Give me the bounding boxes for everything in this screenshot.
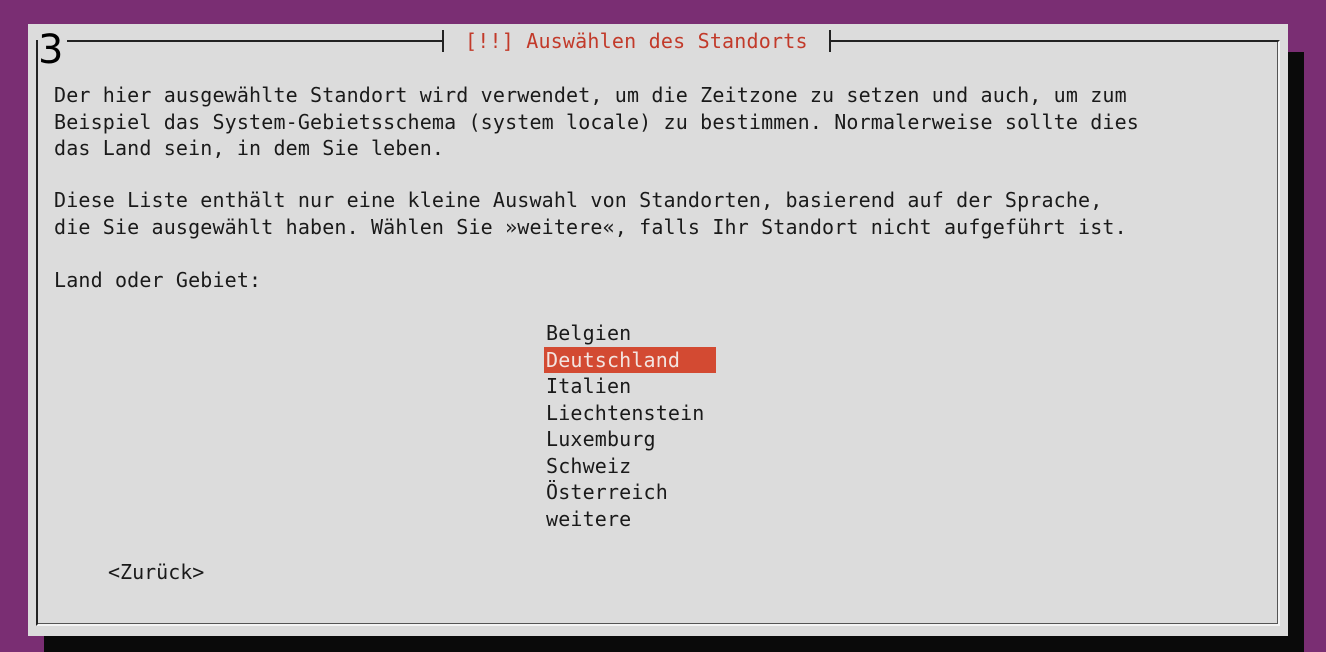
description-paragraph: Der hier ausgewählte Standort wird verwe…	[54, 83, 1139, 160]
step-number: 3	[38, 30, 68, 70]
country-option[interactable]: Belgien	[544, 320, 716, 347]
country-option[interactable]: Schweiz	[544, 453, 716, 480]
dialog-title-bar: [!!] Auswählen des Standorts	[442, 29, 831, 53]
title-bracket-right	[828, 30, 831, 52]
country-option[interactable]: Österreich	[544, 479, 716, 506]
country-option[interactable]: Italien	[544, 373, 716, 400]
dialog-title: [!!] Auswählen des Standorts	[465, 29, 808, 53]
field-label: Land oder Gebiet:	[54, 268, 262, 292]
country-list[interactable]: Belgien Deutschland Italien Liechtenstein Lu…	[544, 320, 716, 532]
hint-paragraph: Diese Liste enthält nur eine kleine Ausw…	[54, 188, 1127, 239]
country-option[interactable]: Liechtenstein	[544, 400, 716, 427]
back-button[interactable]: <Zurück>	[108, 559, 204, 585]
country-option[interactable]: Deutschland	[544, 346, 716, 373]
location-dialog: 3 [!!] Auswählen des Standorts Der hier …	[28, 24, 1288, 636]
country-option[interactable]: Luxemburg	[544, 426, 716, 453]
country-option[interactable]: weitere	[544, 506, 716, 533]
